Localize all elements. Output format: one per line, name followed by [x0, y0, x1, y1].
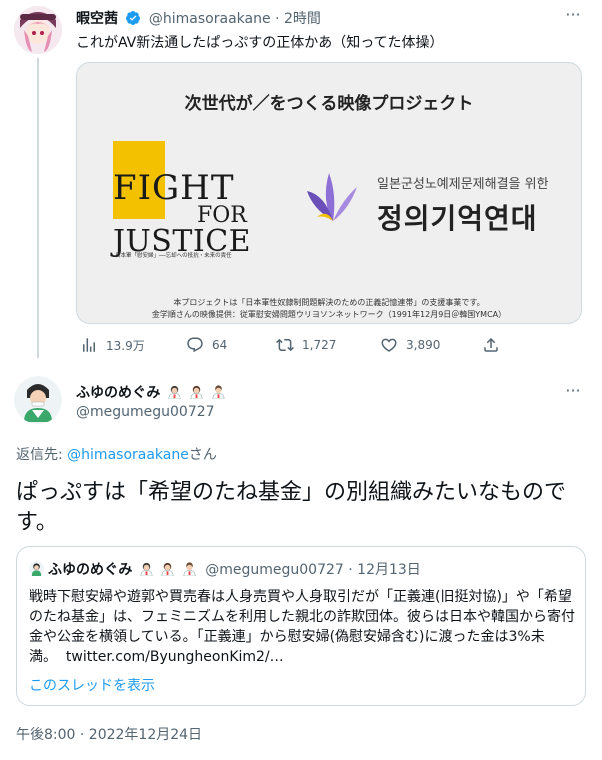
woman-health-worker-emoji-icon	[140, 562, 153, 576]
avatar-person-icon	[14, 376, 62, 424]
more-icon[interactable]: ···	[562, 380, 584, 402]
quoted-handle: @megumegu00727	[205, 562, 344, 578]
parent-handle[interactable]: @himasoraakane	[149, 11, 271, 27]
thread-connector-line	[37, 58, 39, 358]
butterfly-logo-icon	[307, 173, 357, 221]
media-caption-1: 本プロジェクトは「日本軍性奴隷制問題解決のための正義記憶連帯」の支援事業です。	[173, 298, 485, 307]
fj-line-1: FIGHT	[113, 168, 235, 208]
parent-tweet-header: 暇空茜 @himasoraakane · 2時間	[76, 8, 321, 28]
woman-health-worker-emoji-icon	[168, 385, 181, 399]
views-button[interactable]: 13.9万	[80, 336, 145, 354]
views-icon	[83, 338, 95, 352]
korean-org-name: 정의기억연대	[377, 202, 538, 235]
retweet-button[interactable]: 1,727	[276, 336, 336, 354]
korean-org-subtitle: 일본군성노예제문제해결을 위한	[377, 177, 549, 192]
separator: ·	[343, 562, 358, 578]
reply-count: 64	[212, 338, 228, 352]
views-count: 13.9万	[106, 338, 145, 353]
quoted-tweet-header: ふゆのめぐみ @megumegu00727 · 12月13日	[29, 559, 421, 579]
tweet-media-image[interactable]: 次世代が／をつくる映像プロジェクト FIGHT FOR JUSTICE 日本軍「…	[76, 62, 582, 324]
man-health-worker-emoji-icon	[183, 562, 196, 576]
retweet-count: 1,727	[302, 338, 337, 352]
like-icon	[381, 338, 397, 352]
tweet-action-bar: 13.9万 64 1,727 3,890	[76, 336, 506, 358]
reply-button[interactable]: 64	[186, 336, 227, 354]
parent-tweet-text: これがAV新法通したぱっぷすの正体かあ（知ってた体操）	[76, 35, 444, 51]
fj-subtitle: 日本軍「慰安婦」──忘却への抵抗・未来の責任	[115, 253, 232, 259]
separator: ·	[270, 11, 284, 27]
man-health-worker-emoji-icon	[212, 385, 225, 399]
like-button[interactable]: 3,890	[380, 336, 440, 354]
quoted-date: 12月13日	[357, 562, 421, 578]
quoted-tweet-card[interactable]: ふゆのめぐみ @megumegu00727 · 12月13日 戦時下慰安婦や遊郭…	[16, 546, 586, 706]
share-button[interactable]	[482, 336, 500, 354]
avatar-anime-character-icon	[14, 6, 62, 54]
share-icon	[484, 337, 498, 352]
main-handle[interactable]: @megumegu00727	[76, 404, 215, 420]
like-count: 3,890	[406, 338, 441, 352]
retweet-icon	[276, 338, 294, 352]
verified-badge-icon	[126, 11, 141, 25]
quoted-tweet-text: 戦時下慰安婦や遊郭や買売春は人身売買や人身取引だが「正義連(旧挺対協)」や「希望…	[29, 587, 577, 667]
avatar[interactable]	[14, 376, 62, 424]
quoted-display-name: ふゆのめぐみ	[48, 562, 133, 578]
main-tweet-text: ぱっぷすは「希望のたね基金」の別組織みたいなものです。	[16, 480, 567, 535]
quoted-avatar-icon	[29, 561, 44, 576]
reply-to-handle-link[interactable]: @himasoraakane	[67, 447, 189, 463]
parent-display-name[interactable]: 暇空茜	[76, 11, 118, 27]
fight-for-justice-logo: FIGHT FOR JUSTICE	[113, 171, 251, 257]
avatar[interactable]	[14, 6, 62, 54]
reply-to-line: 返信先: @himasoraakaneさん	[16, 444, 217, 464]
health-worker-emoji-icon	[161, 562, 174, 576]
health-worker-emoji-icon	[190, 385, 203, 399]
media-heading: 次世代が／をつくる映像プロジェクト	[184, 94, 474, 114]
more-icon[interactable]: ···	[562, 4, 584, 26]
quoted-link[interactable]: twitter.com/ByungheonKim2/…	[66, 649, 284, 665]
tweet-timestamp[interactable]: 午後8:00 · 2022年12月24日	[16, 724, 202, 744]
reply-icon	[187, 337, 203, 353]
reply-suffix: さん	[188, 447, 217, 463]
parent-time[interactable]: 2時間	[284, 11, 321, 27]
reply-prefix: 返信先:	[16, 447, 68, 463]
main-display-name[interactable]: ふゆのめぐみ	[76, 382, 226, 402]
media-caption-2: 金学順さんの映像提供：従軍慰安婦問題ウリヨソンネットワーク（1991年12月9日…	[151, 310, 507, 319]
show-thread-link[interactable]: このスレッドを表示	[29, 675, 155, 695]
main-display-name-text: ふゆのめぐみ	[76, 385, 161, 401]
